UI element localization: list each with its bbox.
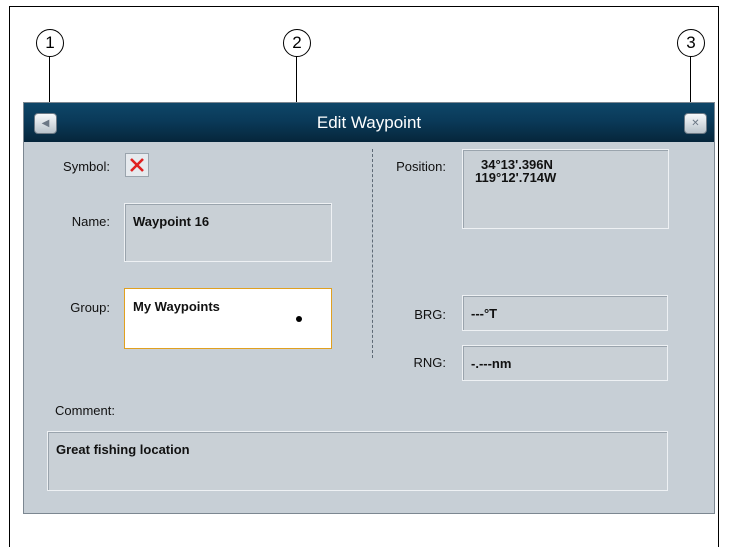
callout-1: 1	[36, 29, 64, 57]
rng-value: -.---nm	[471, 356, 512, 371]
brg-field[interactable]: ---°T	[462, 295, 668, 331]
callout-2: 2	[283, 29, 311, 57]
comment-label: Comment:	[55, 403, 115, 418]
dialog-title: Edit Waypoint	[316, 113, 422, 132]
dialog-titlebar: Edit Waypoint	[24, 103, 714, 142]
comment-value: Great fishing location	[56, 442, 190, 457]
edit-waypoint-dialog: Edit Waypoint ◀ ✕ Symbol: Name: Waypoint…	[23, 102, 715, 514]
callout-2-pointer-dot	[296, 316, 302, 322]
brg-label: BRG:	[414, 307, 446, 322]
group-label: Group:	[70, 300, 110, 315]
comment-field[interactable]: Great fishing location	[47, 431, 668, 491]
back-button[interactable]: ◀	[34, 113, 57, 134]
rng-label: RNG:	[413, 355, 447, 370]
name-field[interactable]: Waypoint 16	[124, 203, 332, 262]
group-value: My Waypoints	[133, 299, 220, 314]
rng-field[interactable]: -.---nm	[462, 345, 668, 381]
back-icon: ◀	[41, 118, 50, 129]
close-icon: ✕	[691, 118, 700, 129]
red-x-icon	[130, 158, 144, 172]
position-field[interactable]: 34°13'.396N 119°12'.714W	[462, 149, 669, 229]
symbol-label: Symbol:	[63, 159, 110, 174]
symbol-button[interactable]	[125, 153, 149, 177]
position-longitude: 119°12'.714W	[475, 170, 557, 185]
name-label: Name:	[71, 214, 110, 229]
position-label: Position:	[396, 159, 446, 174]
close-button[interactable]: ✕	[684, 113, 707, 134]
brg-value: ---°T	[471, 306, 498, 321]
column-divider	[372, 149, 373, 358]
callout-3: 3	[677, 29, 705, 57]
name-value: Waypoint 16	[133, 214, 210, 229]
